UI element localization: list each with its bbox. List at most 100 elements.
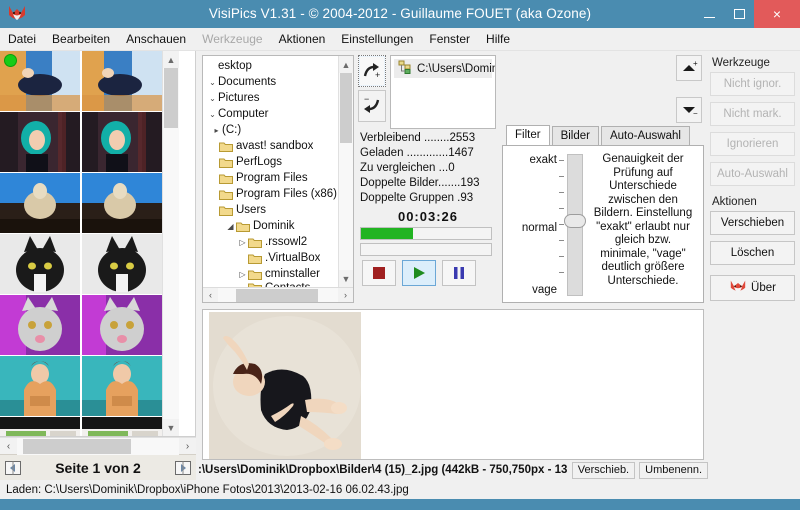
thumbnail-scroll-area[interactable]: ▲ ▼ — [0, 51, 196, 437]
tree-item-avast-sandbox[interactable]: avast! sandbox — [205, 138, 338, 154]
table-row[interactable] — [0, 417, 162, 437]
scrollbar-thumb[interactable] — [164, 68, 178, 128]
scroll-left-icon[interactable]: ‹ — [203, 290, 218, 300]
tree-item-program-files[interactable]: Program Files — [205, 170, 338, 186]
scroll-right-icon[interactable]: › — [338, 290, 353, 300]
expander-icon[interactable]: ⌄ — [207, 78, 218, 87]
tree-horizontal-scrollbar[interactable]: ‹ › — [203, 287, 353, 302]
list-item[interactable]: C:\Users\Dominik\Dropbox\ — [394, 59, 492, 78]
tree-item-users[interactable]: Users — [205, 202, 338, 218]
tree-item-computer[interactable]: ⌄ Computer — [205, 106, 338, 122]
table-row[interactable] — [0, 173, 162, 234]
scrollbar-thumb[interactable] — [236, 289, 318, 302]
tree-item-perflogs[interactable]: PerfLogs — [205, 154, 338, 170]
thumbnail-image[interactable] — [82, 112, 162, 172]
menu-bearbeiten[interactable]: Bearbeiten — [52, 32, 110, 46]
thumbnail-image[interactable] — [82, 356, 162, 416]
tree-item-c-drive[interactable]: ▸ (C:) — [205, 122, 338, 138]
stop-button[interactable] — [362, 260, 396, 286]
menu-anschauen[interactable]: Anschauen — [126, 32, 186, 46]
scroll-left-icon[interactable]: ‹ — [0, 438, 17, 455]
move-up-button[interactable]: + — [676, 55, 702, 81]
minimize-button[interactable] — [694, 0, 724, 28]
thumbnail-image[interactable] — [82, 51, 162, 111]
thumbnail-image[interactable] — [0, 173, 80, 233]
about-button[interactable]: Über — [710, 275, 795, 301]
rename-file-button[interactable]: Umbenenn. — [639, 462, 708, 479]
close-button[interactable]: × — [754, 0, 800, 28]
tree-vertical-scrollbar[interactable]: ▲ ▼ — [338, 56, 353, 287]
expander-icon[interactable]: ▷ — [237, 238, 248, 247]
scroll-up-icon[interactable]: ▲ — [163, 51, 179, 68]
progress-bar-primary — [360, 227, 492, 240]
thumbnail-horizontal-scrollbar[interactable]: ‹ › — [0, 437, 196, 454]
expander-icon[interactable]: ⌄ — [207, 110, 218, 119]
path-list[interactable]: C:\Users\Dominik\Dropbox\ — [390, 55, 496, 129]
scrollbar-thumb[interactable] — [23, 439, 131, 454]
play-button[interactable] — [402, 260, 436, 286]
scroll-up-icon[interactable]: ▲ — [339, 56, 353, 73]
menu-fenster[interactable]: Fenster — [429, 32, 470, 46]
thumbnail-vertical-scrollbar[interactable]: ▲ ▼ — [162, 51, 179, 436]
menu-datei[interactable]: Datei — [8, 32, 36, 46]
expander-icon[interactable]: ▸ — [211, 126, 222, 135]
tree-item-documents[interactable]: ⌄ Documents — [205, 74, 338, 90]
thumbnail-image[interactable] — [82, 417, 162, 437]
tree-item-dominik[interactable]: ◢ Dominik — [205, 218, 338, 234]
expander-icon[interactable]: ⌄ — [207, 94, 218, 103]
slider-knob[interactable] — [564, 214, 586, 228]
scrollbar-track[interactable] — [339, 73, 353, 270]
table-row[interactable] — [0, 112, 162, 173]
window-bottom-frame — [0, 499, 800, 510]
menu-hilfe[interactable]: Hilfe — [486, 32, 510, 46]
expander-icon[interactable]: ▷ — [237, 270, 248, 279]
tab-filter[interactable]: Filter — [506, 125, 550, 145]
add-folder-button[interactable]: + — [358, 55, 386, 87]
tree-item-virtualbox[interactable]: .VirtualBox — [205, 250, 338, 266]
pause-button[interactable] — [442, 260, 476, 286]
table-row[interactable] — [0, 234, 162, 295]
preview-pane[interactable] — [202, 309, 704, 460]
accuracy-slider[interactable]: exakt normal vage — [507, 152, 585, 298]
menu-aktionen[interactable]: Aktionen — [279, 32, 326, 46]
page-prev-icon[interactable] — [3, 458, 23, 478]
scrollbar-track[interactable] — [17, 438, 179, 455]
page-next-icon[interactable] — [173, 458, 193, 478]
tree-item-desktop[interactable]: esktop — [205, 58, 338, 74]
move-down-button[interactable]: − — [676, 97, 702, 123]
table-row[interactable] — [0, 295, 162, 356]
tab-bilder[interactable]: Bilder — [552, 126, 599, 145]
move-button[interactable]: Verschieben — [710, 211, 795, 235]
slider-track-wrapper[interactable] — [559, 152, 585, 298]
table-row[interactable] — [0, 51, 162, 112]
tree-item-rssowl2[interactable]: ▷ .rssowl2 — [205, 234, 338, 250]
thumbnail-image[interactable] — [82, 234, 162, 294]
thumbnail-image[interactable] — [0, 112, 80, 172]
tab-auto-auswahl[interactable]: Auto-Auswahl — [601, 126, 690, 145]
folder-tree-list[interactable]: esktop ⌄ Documents ⌄ Pictures — [203, 56, 338, 287]
thumbnail-image[interactable] — [0, 356, 80, 416]
tree-item-pictures[interactable]: ⌄ Pictures — [205, 90, 338, 106]
thumbnail-image[interactable] — [0, 234, 80, 294]
delete-button[interactable]: Löschen — [710, 241, 795, 265]
maximize-button[interactable] — [724, 0, 754, 28]
tree-item-cminstaller[interactable]: ▷ cminstaller — [205, 266, 338, 282]
thumbnail-image[interactable] — [0, 417, 80, 437]
thumbnail-image[interactable] — [0, 295, 80, 355]
preview-photo[interactable] — [209, 312, 361, 460]
thumbnail-image[interactable] — [82, 295, 162, 355]
remove-folder-button[interactable]: − — [358, 90, 386, 122]
scroll-down-icon[interactable]: ▼ — [163, 419, 179, 436]
menu-einstellungen[interactable]: Einstellungen — [341, 32, 413, 46]
tree-item-program-files-x86[interactable]: Program Files (x86) — [205, 186, 338, 202]
scroll-right-icon[interactable]: › — [179, 438, 196, 455]
scrollbar-track[interactable] — [218, 288, 338, 303]
thumbnail-image[interactable] — [82, 173, 162, 233]
scrollbar-track[interactable] — [163, 68, 179, 419]
table-row[interactable] — [0, 356, 162, 417]
scrollbar-thumb[interactable] — [340, 73, 352, 143]
move-file-button[interactable]: Verschieb. — [572, 462, 635, 479]
expander-icon[interactable]: ◢ — [225, 222, 236, 231]
folder-icon — [219, 141, 233, 152]
scroll-down-icon[interactable]: ▼ — [339, 270, 353, 287]
